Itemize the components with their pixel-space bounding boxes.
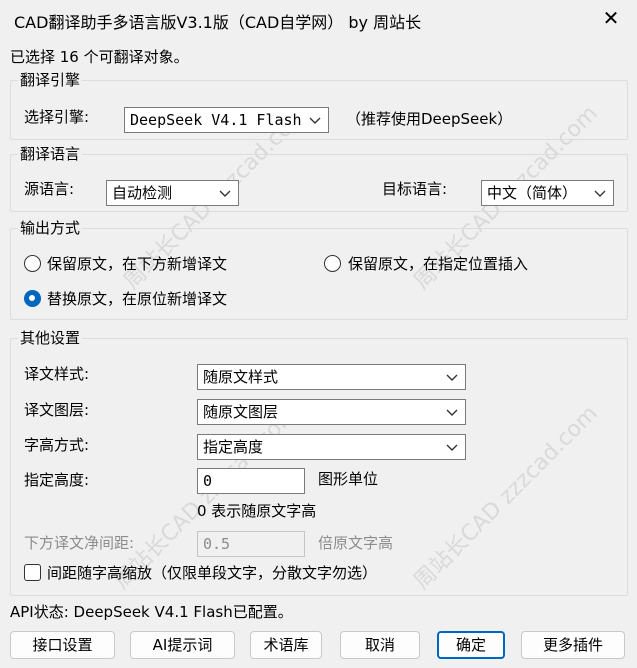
height-input[interactable]: 0 (197, 468, 305, 494)
layer-select[interactable]: 随原文图层 (197, 399, 466, 425)
radio-keep-below-label[interactable]: 保留原文，在下方新增译文 (47, 253, 227, 274)
scale-checkbox-label[interactable]: 间距随字高缩放（仅限单段文字，分散文字勿选） (47, 562, 377, 583)
cancel-button[interactable]: 取消 (340, 631, 420, 659)
height-mode-select[interactable]: 指定高度 (197, 434, 466, 460)
chevron-down-icon (446, 444, 458, 451)
engine-group-legend: 翻译引擎 (18, 69, 83, 90)
interface-settings-button[interactable]: 接口设置 (10, 631, 115, 659)
spacing-label: 下方译文净间距: (24, 534, 135, 552)
selection-info: 已选择 16 个可翻译对象。 (10, 48, 189, 66)
engine-recommend-note: （推荐使用DeepSeek） (346, 110, 513, 128)
radio-keep-insert[interactable] (324, 255, 341, 272)
style-label: 译文样式: (24, 365, 90, 383)
height-hint: 0 表示随原文字高 (197, 502, 317, 520)
chevron-down-icon (594, 190, 606, 197)
api-status: API状态: DeepSeek V4.1 Flash已配置。 (10, 603, 293, 621)
radio-replace[interactable] (24, 290, 41, 307)
spacing-input[interactable]: 0.5 (197, 531, 305, 557)
radio-replace-label[interactable]: 替换原文，在原位新增译文 (47, 288, 227, 309)
height-label: 指定高度: (24, 471, 90, 489)
height-unit-label: 图形单位 (318, 470, 379, 488)
source-language-select[interactable]: 自动检测 (106, 180, 239, 206)
window-title: CAD翻译助手多语言版V3.1版（CAD自学网） by 周站长 (14, 13, 422, 32)
chevron-down-icon (309, 117, 321, 124)
scale-checkbox[interactable] (24, 564, 41, 581)
ok-button[interactable]: 确定 (437, 631, 505, 659)
height-mode-select-value: 指定高度 (203, 438, 264, 456)
target-language-label: 目标语言: (382, 180, 448, 198)
engine-select-value: DeepSeek V4.1 Flash (130, 111, 302, 129)
spacing-unit-label: 倍原文字高 (318, 534, 394, 552)
source-language-value: 自动检测 (112, 184, 173, 202)
style-select[interactable]: 随原文样式 (197, 364, 466, 390)
engine-select[interactable]: DeepSeek V4.1 Flash (124, 107, 329, 133)
target-language-select[interactable]: 中文（简体） (481, 180, 614, 206)
height-mode-label: 字高方式: (24, 436, 90, 454)
style-select-value: 随原文样式 (203, 368, 279, 386)
close-icon[interactable]: ✕ (598, 5, 624, 31)
language-group-legend: 翻译语言 (18, 143, 83, 164)
more-plugins-button[interactable]: 更多插件 (521, 631, 625, 659)
target-language-value: 中文（简体） (487, 184, 578, 202)
other-settings-legend: 其他设置 (18, 327, 83, 348)
glossary-button[interactable]: 术语库 (250, 631, 322, 659)
layer-select-value: 随原文图层 (203, 403, 279, 421)
source-language-label: 源语言: (24, 180, 75, 198)
chevron-down-icon (219, 190, 231, 197)
chevron-down-icon (446, 409, 458, 416)
chevron-down-icon (446, 374, 458, 381)
layer-label: 译文图层: (24, 401, 90, 419)
radio-keep-insert-label[interactable]: 保留原文，在指定位置插入 (348, 253, 528, 274)
ai-prompt-button[interactable]: AI提示词 (130, 631, 235, 659)
engine-label: 选择引擎: (24, 108, 90, 126)
output-group-legend: 输出方式 (18, 217, 83, 238)
radio-keep-below[interactable] (24, 255, 41, 272)
